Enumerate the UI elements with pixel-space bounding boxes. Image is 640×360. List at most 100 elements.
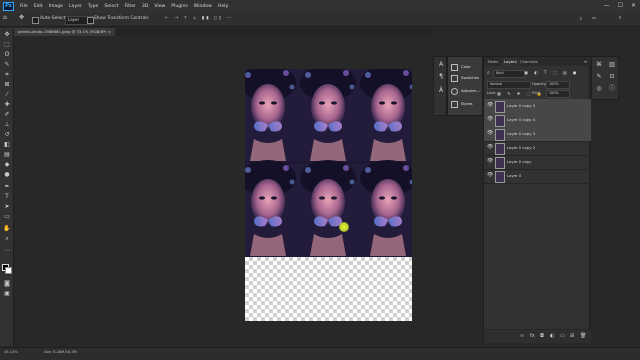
layer-name: Layer 0 copy 4 [507,117,536,122]
visibility-eye-icon[interactable]: 👁 [487,173,493,178]
more-tools-icon[interactable]: ⋯ [3,247,11,254]
cursor-highlight [339,222,349,232]
menu-type[interactable]: Type [88,4,99,9]
paragraph-panel-icon[interactable]: ¶ [437,73,445,81]
opacity-field[interactable]: 100% [546,81,570,89]
share-icon[interactable]: ⇪ [618,16,622,21]
blur-tool-icon[interactable]: ◆ [3,161,11,168]
fill-field[interactable]: 100% [546,90,570,98]
layer-name: Layer 0 copy 2 [507,145,536,150]
auto-select-checkbox[interactable] [32,17,39,24]
menu-select[interactable]: Select [104,4,118,9]
layer-row[interactable]: 👁 Layer 0 copy 4 [484,113,591,128]
crop-tool-icon[interactable]: ⌗ [3,71,11,78]
learn-panel-icon[interactable]: ◎ [595,85,603,93]
tab-paths[interactable]: Paths [486,58,500,66]
shape-tool-icon[interactable]: ▭ [3,213,11,220]
type-tool-icon[interactable]: T [3,193,11,200]
history-brush-tool-icon[interactable]: ↺ [3,131,11,138]
character-panel-icon[interactable]: A [437,61,445,69]
home-icon[interactable]: ⌂ [3,14,7,21]
history-panel-icon[interactable]: ⊡ [608,73,616,81]
show-transform-checkbox[interactable] [87,17,94,24]
swatches-panel-item[interactable]: Swatches [451,73,479,82]
visibility-eye-icon[interactable]: 👁 [487,131,493,136]
workspace-icon[interactable]: ▭ [592,16,596,21]
visibility-eye-icon[interactable]: 👁 [487,145,493,150]
path-select-tool-icon[interactable]: ➤ [3,203,11,210]
stamp-tool-icon[interactable]: ⊥ [3,121,11,128]
maximize-icon[interactable]: ☐ [618,2,623,9]
search-icon[interactable]: ⌕ [580,16,582,22]
brush-tool-icon[interactable]: ✐ [3,111,11,118]
hand-tool-icon[interactable]: ✋ [3,225,11,232]
menu-window[interactable]: Window [194,4,212,9]
move-tool-icon[interactable]: ✥ [19,14,24,21]
visibility-eye-icon[interactable]: 👁 [487,103,493,108]
close-icon[interactable]: ✕ [631,2,636,9]
layer-row[interactable]: 👁 Layer 0 copy 5 [484,99,591,114]
libraries-panel-icon[interactable]: ▥ [608,61,616,69]
tab-channels[interactable]: Channels [518,58,540,66]
menu-layer[interactable]: Layer [69,4,82,9]
color-panel-item[interactable]: Color [451,62,471,71]
blend-mode-dropdown[interactable]: Normal [487,81,531,89]
visibility-eye-icon[interactable]: 👁 [487,117,493,122]
glyphs-panel-icon[interactable]: Ä [437,87,445,95]
zoom-level[interactable]: 33.13% [4,350,18,354]
adjustments-panel-item[interactable]: Adjustm... [451,86,480,95]
properties-panel-icon[interactable]: ⌘ [595,61,603,69]
gradient-tool-icon[interactable]: ▤ [3,151,11,158]
menu-view[interactable]: View [154,4,165,9]
menu-help[interactable]: Help [218,4,228,9]
add-style-icon[interactable]: fx [530,334,535,339]
menu-plugins[interactable]: Plugins [171,4,187,9]
background-color-swatch[interactable] [5,267,12,274]
layer-row[interactable]: 👁 Layer 0 [484,169,591,184]
zoom-tool-icon[interactable]: ⌕ [3,235,11,242]
minimize-icon[interactable]: — [604,2,610,9]
document-tab[interactable]: pexels-photo-1988681.jpeg @ 33.1% (RGB/8… [14,28,115,36]
marquee-tool-icon[interactable]: ⬚ [3,41,11,48]
menu-image[interactable]: Image [49,4,63,9]
align-icons[interactable]: ⊢ ⊣ ⊤ ⊥ ▮▮ ▯▯ ⋯ [165,16,233,21]
styles-panel-item[interactable]: Styles [451,99,473,108]
tab-layers[interactable]: Layers [502,58,519,66]
healing-tool-icon[interactable]: ✚ [3,101,11,108]
move-tool-icon[interactable]: ✥ [3,31,11,38]
quick-mask-icon[interactable]: ◙ [3,280,11,287]
kind-filter-dropdown[interactable]: Kind [493,70,525,78]
layer-thumbnail [495,157,505,169]
eyedropper-tool-icon[interactable]: ⁄ [3,91,11,98]
brushes-panel-icon[interactable]: ✎ [595,73,603,81]
menu-file[interactable]: File [20,4,28,9]
info-panel-icon[interactable]: ⓘ [608,85,616,93]
new-group-icon[interactable]: ▭ [560,334,565,339]
layer-row[interactable]: 👁 Layer 0 copy 2 [484,141,591,156]
new-layer-icon[interactable]: ⊞ [570,334,575,339]
lasso-tool-icon[interactable]: ʘ [3,51,11,58]
dodge-tool-icon[interactable]: ● [3,171,11,178]
new-adjustment-icon[interactable]: ◐ [550,334,555,339]
pen-tool-icon[interactable]: ✒ [3,183,11,190]
quick-select-tool-icon[interactable]: ✎ [3,61,11,68]
link-layers-icon[interactable]: ∞ [520,334,525,339]
frame-tool-icon[interactable]: ⊠ [3,81,11,88]
menu-edit[interactable]: Edit [34,4,43,9]
menu-filter[interactable]: Filter [125,4,136,9]
screen-mode-icon[interactable]: ▣ [3,290,11,297]
layer-name: Layer 0 copy [507,159,532,164]
layer-thumbnail [495,115,505,127]
visibility-eye-icon[interactable]: 👁 [487,159,493,164]
filter-icons[interactable]: ▣ ◐ T ⬚ ▤ ● [524,70,579,75]
layer-row[interactable]: 👁 Layer 0 copy 3 [484,127,591,142]
eraser-tool-icon[interactable]: ◧ [3,141,11,148]
filter-search-icon: ⌕ [487,70,490,76]
add-mask-icon[interactable]: ◘ [540,334,545,339]
layer-row[interactable]: 👁 Layer 0 copy [484,155,591,170]
menu-3d[interactable]: 3D [142,4,148,9]
document-canvas[interactable] [245,69,412,321]
collapsed-panel-icons: A ¶ Ä [433,56,447,116]
delete-layer-icon[interactable]: 🗑 [580,334,586,339]
panel-menu-icon[interactable]: ≡ [582,58,589,66]
